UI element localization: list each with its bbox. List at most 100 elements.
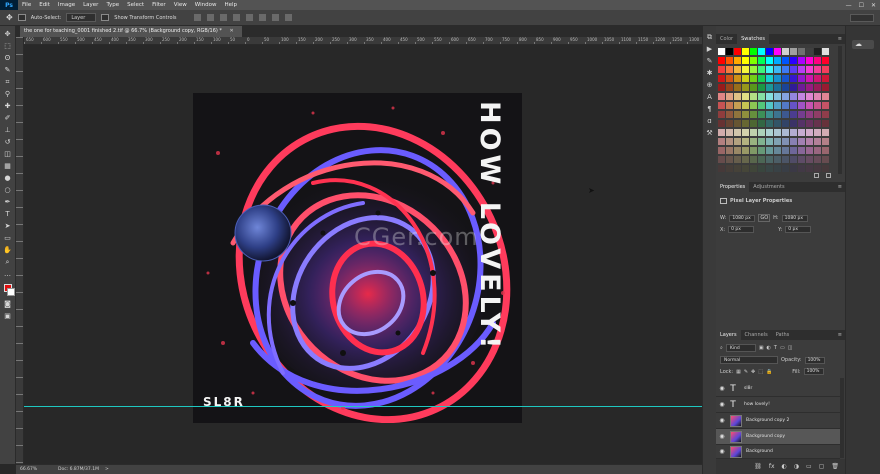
glyphs-panel-icon[interactable]: ɑ xyxy=(705,118,714,125)
menu-edit[interactable]: Edit xyxy=(35,2,54,8)
eyedropper-tool-icon[interactable]: ⚲ xyxy=(3,90,13,98)
gradient-tool-icon[interactable]: ▦ xyxy=(3,162,13,170)
align-right-icon[interactable] xyxy=(258,14,266,21)
color-swatch[interactable] xyxy=(798,156,805,163)
character-panel-icon[interactable]: A xyxy=(705,94,714,101)
color-swatch[interactable] xyxy=(774,138,781,145)
color-swatch[interactable] xyxy=(790,147,797,154)
color-swatch[interactable] xyxy=(766,84,773,91)
more-tools-icon[interactable]: … xyxy=(3,270,13,278)
guide-line[interactable] xyxy=(24,406,710,407)
color-swatch[interactable] xyxy=(798,93,805,100)
color-swatch[interactable] xyxy=(750,165,757,172)
color-swatch[interactable] xyxy=(798,147,805,154)
color-swatch[interactable] xyxy=(742,48,749,55)
color-swatch[interactable] xyxy=(758,165,765,172)
color-swatch[interactable] xyxy=(822,48,829,55)
color-swatch[interactable] xyxy=(750,84,757,91)
color-swatch[interactable] xyxy=(726,102,733,109)
color-swatch[interactable] xyxy=(790,93,797,100)
lock-move-icon[interactable]: ✥ xyxy=(751,369,755,375)
color-swatch[interactable] xyxy=(718,111,725,118)
color-swatch[interactable] xyxy=(822,93,829,100)
color-swatch[interactable] xyxy=(734,93,741,100)
tab-layers[interactable]: Layers xyxy=(716,330,741,340)
color-swatch[interactable] xyxy=(766,156,773,163)
color-swatch[interactable] xyxy=(750,66,757,73)
link-layers-icon[interactable]: ⛓ xyxy=(754,463,762,470)
layer-row[interactable]: ◉ T how lovely! xyxy=(716,397,840,413)
color-swatch[interactable] xyxy=(814,84,821,91)
color-swatch[interactable] xyxy=(782,165,789,172)
tab-swatches[interactable]: Swatches xyxy=(737,34,769,44)
layer-row[interactable]: ◉ Background copy 2 xyxy=(716,413,840,429)
color-swatch[interactable] xyxy=(718,75,725,82)
color-swatch[interactable] xyxy=(798,57,805,64)
color-swatch[interactable] xyxy=(822,165,829,172)
color-swatch[interactable] xyxy=(742,93,749,100)
align-center-icon[interactable] xyxy=(245,14,253,21)
filter-pixel-icon[interactable]: ▣ xyxy=(759,345,764,351)
color-swatch[interactable] xyxy=(806,120,813,127)
color-swatch[interactable] xyxy=(766,147,773,154)
color-swatch[interactable] xyxy=(750,102,757,109)
color-swatch[interactable] xyxy=(726,138,733,145)
color-swatch[interactable] xyxy=(750,57,757,64)
color-swatch[interactable] xyxy=(734,66,741,73)
auto-select-target-select[interactable]: Layer xyxy=(66,13,97,22)
blur-tool-icon[interactable]: ● xyxy=(3,174,13,182)
zoom-level[interactable]: 66.67% xyxy=(16,467,50,472)
panel-menu-icon[interactable]: ≡ xyxy=(838,332,842,338)
color-swatch[interactable] xyxy=(790,84,797,91)
history-brush-icon[interactable]: ↺ xyxy=(3,138,13,146)
panel-menu-icon[interactable]: ≡ xyxy=(838,36,842,42)
background-color-swatch[interactable] xyxy=(6,288,15,296)
color-swatch[interactable] xyxy=(742,165,749,172)
y-field[interactable]: 0 px xyxy=(785,226,812,233)
lasso-tool-icon[interactable]: ʘ xyxy=(3,54,13,62)
stamp-tool-icon[interactable]: ⊥ xyxy=(3,126,13,134)
brush-settings-icon[interactable]: ✎ xyxy=(705,58,714,65)
layer-filter-select[interactable]: Kind xyxy=(725,344,756,352)
color-swatch[interactable] xyxy=(790,138,797,145)
color-swatch[interactable] xyxy=(790,129,797,136)
visibility-eye-icon[interactable]: ◉ xyxy=(716,448,728,455)
color-swatch[interactable] xyxy=(798,111,805,118)
color-swatch[interactable] xyxy=(750,48,757,55)
tab-close-icon[interactable]: ✕ xyxy=(230,28,234,34)
shape-tool-icon[interactable]: ▭ xyxy=(3,234,13,242)
color-swatch[interactable] xyxy=(726,120,733,127)
color-swatch[interactable] xyxy=(822,102,829,109)
color-swatch[interactable] xyxy=(806,156,813,163)
swatches-grid[interactable] xyxy=(718,48,833,174)
menu-type[interactable]: Type xyxy=(102,2,123,8)
color-swatch[interactable] xyxy=(742,120,749,127)
color-swatch[interactable] xyxy=(758,102,765,109)
menu-file[interactable]: File xyxy=(18,2,35,8)
distribute-horizontal-icon[interactable] xyxy=(284,14,292,21)
color-swatch[interactable] xyxy=(798,75,805,82)
libraries-panel-icon[interactable]: ☁ xyxy=(852,40,874,49)
color-swatch[interactable] xyxy=(718,129,725,136)
color-swatch[interactable] xyxy=(782,93,789,100)
color-swatch[interactable] xyxy=(814,75,821,82)
color-swatch[interactable] xyxy=(734,156,741,163)
color-swatch[interactable] xyxy=(822,129,829,136)
color-swatch[interactable] xyxy=(766,111,773,118)
move-tool-icon[interactable]: ✥ xyxy=(3,30,13,38)
color-swatch[interactable] xyxy=(742,156,749,163)
color-swatch[interactable] xyxy=(806,165,813,172)
brushes-panel-icon[interactable]: ✱ xyxy=(705,70,714,77)
color-swatch[interactable] xyxy=(806,111,813,118)
color-swatch[interactable] xyxy=(790,66,797,73)
color-swatch[interactable] xyxy=(718,156,725,163)
minimize-icon[interactable]: — xyxy=(846,2,852,9)
color-swatch[interactable] xyxy=(798,165,805,172)
menu-help[interactable]: Help xyxy=(220,2,241,8)
color-swatch[interactable] xyxy=(774,93,781,100)
color-swatch[interactable] xyxy=(750,75,757,82)
color-swatch[interactable] xyxy=(798,84,805,91)
adjustment-layer-icon[interactable]: ◑ xyxy=(794,463,799,470)
align-middle-icon[interactable] xyxy=(206,14,214,21)
color-swatch[interactable] xyxy=(822,57,829,64)
